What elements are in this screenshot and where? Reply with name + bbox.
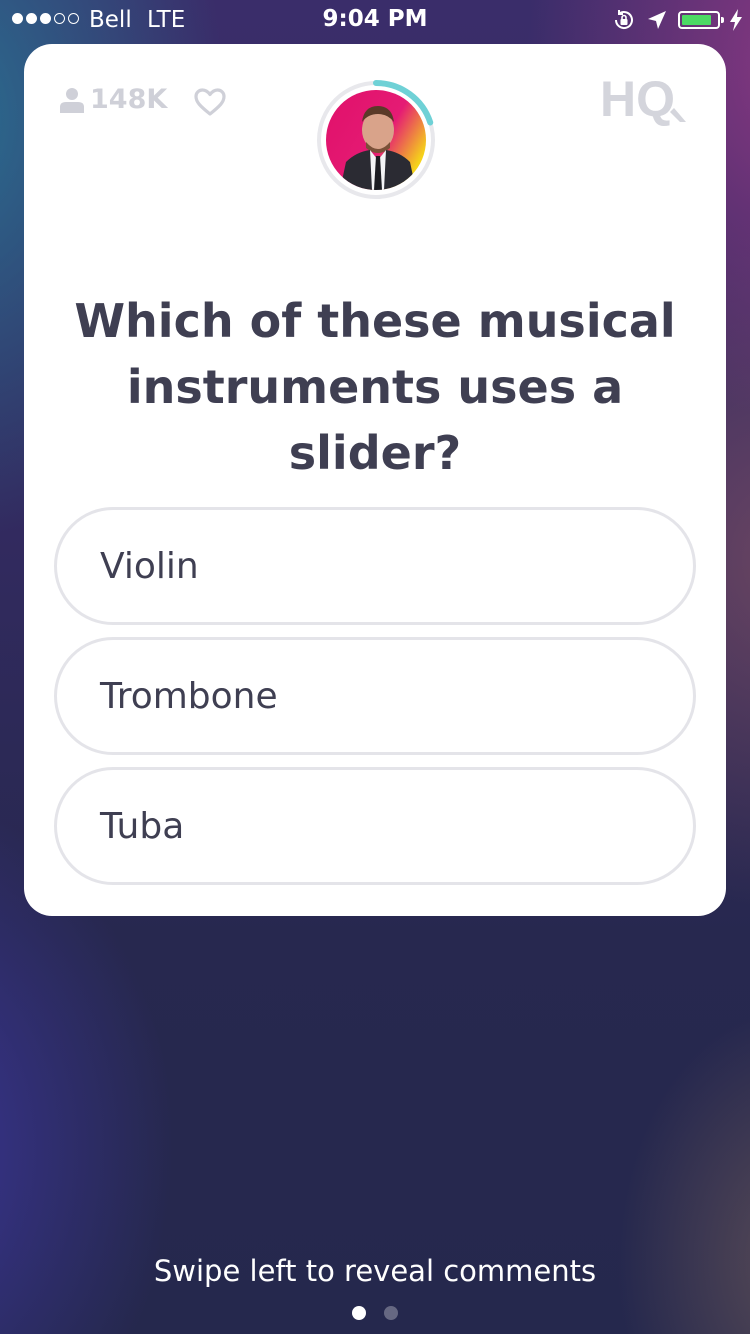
host-photo [326, 90, 426, 190]
battery-fill [682, 15, 711, 25]
location-arrow-icon [648, 11, 666, 29]
viewer-count: 148K [60, 84, 167, 115]
swipe-hint: Swipe left to reveal comments [153, 1254, 597, 1288]
status-bar: Bell LTE 9:04 PM [0, 0, 750, 40]
host-avatar [314, 78, 438, 202]
answer-option-tuba[interactable]: Tuba [54, 767, 696, 885]
heart-icon[interactable] [194, 88, 226, 116]
viewer-count-label: 148K [90, 84, 168, 115]
hq-logo: HQ [600, 74, 686, 126]
answer-label: Violin [100, 545, 199, 587]
question-card: 148K HQ Which of these musical instrumen… [24, 44, 726, 916]
status-icons [612, 8, 742, 32]
orientation-lock-icon [614, 10, 633, 29]
host-figure [340, 106, 416, 190]
page-indicator [0, 1306, 750, 1320]
battery-icon [678, 11, 724, 29]
person-icon [60, 87, 84, 113]
answer-option-trombone[interactable]: Trombone [54, 637, 696, 755]
question-text: Which of these musical instruments uses … [74, 294, 676, 480]
answer-option-violin[interactable]: Violin [54, 507, 696, 625]
answer-label: Trombone [100, 675, 278, 717]
page-dot-2 [384, 1306, 398, 1320]
page-dot-1 [352, 1306, 366, 1320]
charging-bolt-icon [730, 9, 742, 31]
svg-text:HQ: HQ [600, 74, 675, 126]
answer-label: Tuba [100, 805, 185, 847]
